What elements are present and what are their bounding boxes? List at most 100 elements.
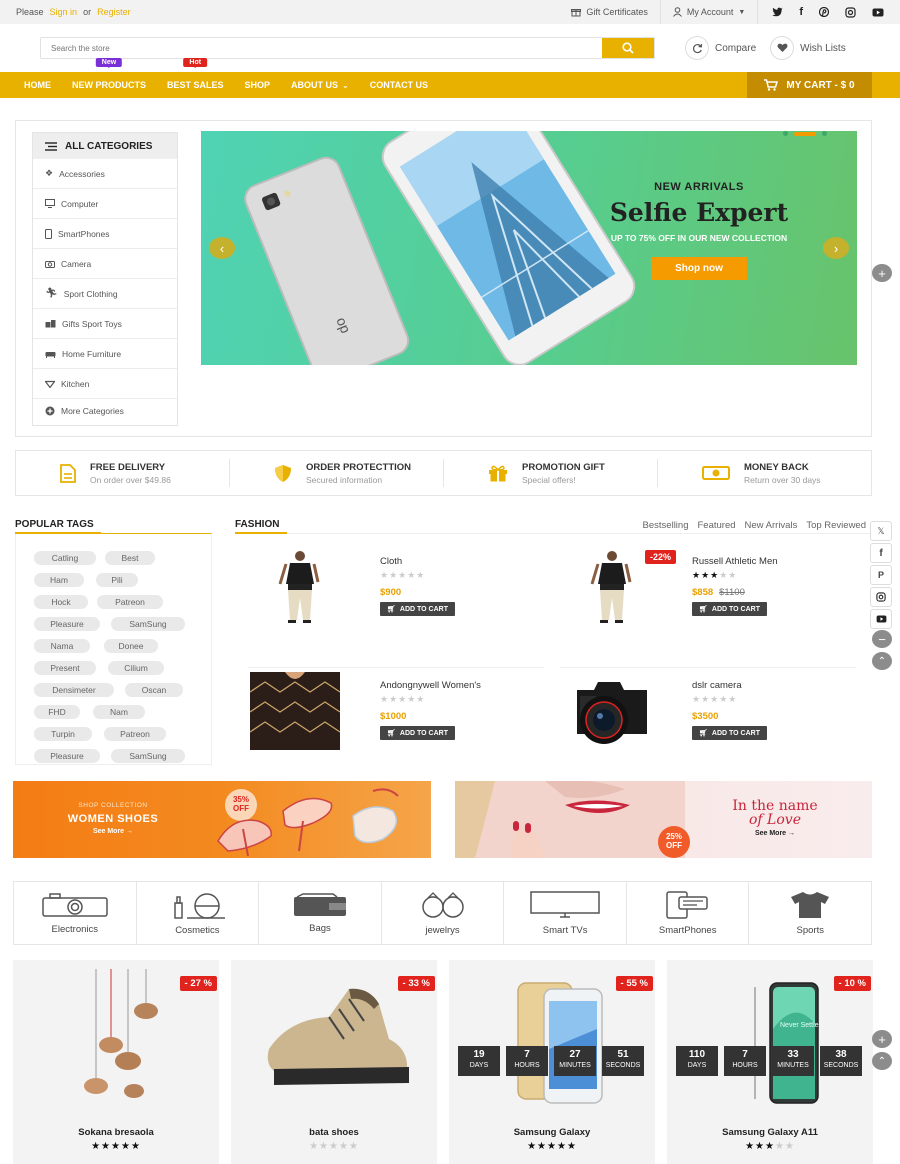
nav-best-sales[interactable]: BEST SALES Hot bbox=[167, 58, 224, 90]
tag-chip[interactable]: Catling bbox=[34, 551, 96, 565]
category-gifts-sport-toys[interactable]: Gifts Sport Toys bbox=[33, 309, 177, 339]
tab-new-arrivals[interactable]: New Arrivals bbox=[745, 520, 798, 531]
share-pinterest-button[interactable]: P bbox=[870, 565, 892, 585]
tab-bestselling[interactable]: Bestselling bbox=[643, 520, 689, 531]
register-link[interactable]: Register bbox=[97, 7, 131, 17]
tag-chip[interactable]: Best bbox=[105, 551, 155, 565]
share-youtube-button[interactable] bbox=[870, 609, 892, 629]
product-card[interactable]: Never Settle - 10 % 110 DAYS 7 HOURS 33 MIN… bbox=[667, 960, 873, 1164]
search-input[interactable] bbox=[41, 38, 602, 58]
share-twitter-button[interactable]: 𝕏 bbox=[870, 521, 892, 541]
category-kitchen[interactable]: Kitchen bbox=[33, 369, 177, 399]
nav-contact-us[interactable]: CONTACT US bbox=[370, 80, 428, 90]
product-card[interactable]: - 55 % 19 DAYS 7 HOURS 27 MINUTES 51 SECONDS… bbox=[449, 960, 655, 1164]
fashion-product-card[interactable]: dslr camera ★★★★★ $3500 🛒︎ ADD TO CART bbox=[548, 664, 844, 764]
icon-category-cosmetics[interactable]: Cosmetics bbox=[137, 882, 260, 944]
nav-home[interactable]: HOME bbox=[24, 80, 51, 90]
category-smartphones[interactable]: SmartPhones bbox=[33, 219, 177, 249]
twitter-icon[interactable] bbox=[772, 7, 783, 17]
slider-dot[interactable] bbox=[783, 131, 788, 136]
nav-new-products[interactable]: NEW PRODUCTS New bbox=[72, 58, 146, 90]
slider-prev-button[interactable]: ‹ bbox=[209, 237, 235, 259]
tag-chip[interactable]: Patreon bbox=[97, 595, 163, 609]
slider-dot[interactable] bbox=[822, 131, 827, 136]
icon-category-electronics[interactable]: Electronics bbox=[14, 882, 137, 944]
sign-in-link[interactable]: Sign in bbox=[50, 7, 78, 17]
tag-chip[interactable]: Cilium bbox=[108, 661, 164, 675]
tag-chip[interactable]: Pleasure bbox=[34, 749, 100, 763]
icon-category-smart-tvs[interactable]: Smart TVs bbox=[504, 882, 627, 944]
expand-button[interactable]: + bbox=[872, 264, 892, 282]
nav-about-us[interactable]: ABOUT US ⌄ bbox=[291, 80, 349, 90]
tag-chip[interactable]: SamSung bbox=[111, 617, 185, 631]
tag-chip[interactable]: Pleasure bbox=[34, 617, 100, 631]
add-to-cart-button[interactable]: 🛒︎ ADD TO CART bbox=[692, 602, 767, 616]
tag-chip[interactable]: Donee bbox=[104, 639, 158, 653]
hero-slider[interactable]: op NEW ARRIVALS Selfie Expert UP TO 75% … bbox=[201, 131, 857, 365]
category-computer[interactable]: Computer bbox=[33, 189, 177, 219]
category-accessories[interactable]: ❖ Accessories bbox=[33, 159, 177, 189]
tag-chip[interactable]: Densimeter bbox=[34, 683, 114, 697]
expand-button[interactable]: + bbox=[872, 1030, 892, 1048]
add-to-cart-button[interactable]: 🛒︎ ADD TO CART bbox=[692, 726, 767, 740]
shop-now-button[interactable]: Shop now bbox=[651, 257, 747, 280]
icon-category-sports[interactable]: Sports bbox=[749, 882, 871, 944]
women-shoes-banner[interactable]: SHOP COLLECTION WOMEN SHOES See More → 3… bbox=[13, 781, 431, 858]
fashion-product-card[interactable]: Andongnywell Women's ★★★★★ $1000 🛒︎ ADD T… bbox=[236, 664, 532, 764]
product-name[interactable]: Samsung Galaxy bbox=[449, 1127, 655, 1138]
category-more[interactable]: More Categories bbox=[33, 399, 177, 423]
tag-chip[interactable]: Nama bbox=[34, 639, 90, 653]
tag-chip[interactable]: Ham bbox=[34, 573, 84, 587]
product-name[interactable]: Andongnywell Women's bbox=[380, 680, 481, 691]
product-name[interactable]: Sokana bresaola bbox=[13, 1127, 219, 1138]
tag-chip[interactable]: FHD bbox=[34, 705, 80, 719]
my-account-dropdown[interactable]: My Account ▼ bbox=[661, 0, 759, 24]
tag-chip[interactable]: Present bbox=[34, 661, 96, 675]
all-categories-header[interactable]: ALL CATEGORIES bbox=[33, 133, 177, 159]
facebook-icon[interactable]: f bbox=[799, 6, 803, 18]
product-name[interactable]: Russell Athletic Men bbox=[692, 556, 778, 567]
tag-chip[interactable]: Nam bbox=[93, 705, 145, 719]
product-card[interactable]: - 27 % Sokana bresaola ★★★★★ bbox=[13, 960, 219, 1164]
search-button[interactable] bbox=[602, 38, 654, 58]
tab-top-reviewed[interactable]: Top Reviewed bbox=[806, 520, 866, 531]
add-to-cart-button[interactable]: 🛒︎ ADD TO CART bbox=[380, 726, 455, 740]
category-sport-clothing[interactable]: 🏃︎ Sport Clothing bbox=[33, 279, 177, 309]
instagram-icon[interactable] bbox=[845, 6, 856, 18]
category-home-furniture[interactable]: Home Furniture bbox=[33, 339, 177, 369]
tag-chip[interactable]: Oscan bbox=[125, 683, 183, 697]
scroll-up-button[interactable]: ⌃ bbox=[872, 652, 892, 670]
product-name[interactable]: Samsung Galaxy A11 bbox=[667, 1127, 873, 1138]
tag-chip[interactable]: Hock bbox=[34, 595, 88, 609]
love-banner[interactable]: In the name of Love See More → 25% OFF bbox=[455, 781, 872, 858]
see-more-link[interactable]: See More → bbox=[43, 828, 183, 835]
product-name[interactable]: bata shoes bbox=[231, 1127, 437, 1138]
product-name[interactable]: dslr camera bbox=[692, 680, 742, 691]
collapse-button[interactable]: − bbox=[872, 630, 892, 648]
tag-chip[interactable]: Turpin bbox=[34, 727, 92, 741]
product-name[interactable]: Cloth bbox=[380, 556, 402, 567]
icon-category-bags[interactable]: Bags bbox=[259, 882, 382, 944]
icon-category-smartphones[interactable]: SmartPhones bbox=[627, 882, 750, 944]
slider-dot-active[interactable] bbox=[794, 131, 816, 136]
pinterest-icon[interactable] bbox=[819, 7, 829, 17]
add-to-cart-button[interactable]: 🛒︎ ADD TO CART bbox=[380, 602, 455, 616]
tag-chip[interactable]: Patreon bbox=[104, 727, 166, 741]
see-more-link[interactable]: See More → bbox=[705, 830, 845, 837]
scroll-up-button[interactable]: ⌃ bbox=[872, 1052, 892, 1070]
icon-category-jewelrys[interactable]: jewelrys bbox=[382, 882, 505, 944]
gift-certificates-link[interactable]: Gift Certificates bbox=[559, 0, 661, 24]
wishlist-link[interactable]: Wish Lists bbox=[770, 36, 846, 60]
share-facebook-button[interactable]: f bbox=[870, 543, 892, 563]
share-instagram-button[interactable] bbox=[870, 587, 892, 607]
compare-link[interactable]: Compare bbox=[685, 36, 756, 60]
fashion-product-card[interactable]: -22% Russell Athletic Men ★★★★★ $858 $110… bbox=[548, 540, 844, 640]
fashion-product-card[interactable]: Cloth ★★★★★ $900 🛒︎ ADD TO CART bbox=[236, 540, 532, 640]
cart-button[interactable]: MY CART - $ 0 bbox=[747, 72, 872, 98]
nav-shop[interactable]: SHOP bbox=[245, 80, 271, 90]
slider-next-button[interactable]: › bbox=[823, 237, 849, 259]
tag-chip[interactable]: Pili bbox=[96, 573, 138, 587]
product-card[interactable]: - 33 % bata shoes ★★★★★ bbox=[231, 960, 437, 1164]
tag-chip[interactable]: SamSung bbox=[111, 749, 185, 763]
category-camera[interactable]: Camera bbox=[33, 249, 177, 279]
